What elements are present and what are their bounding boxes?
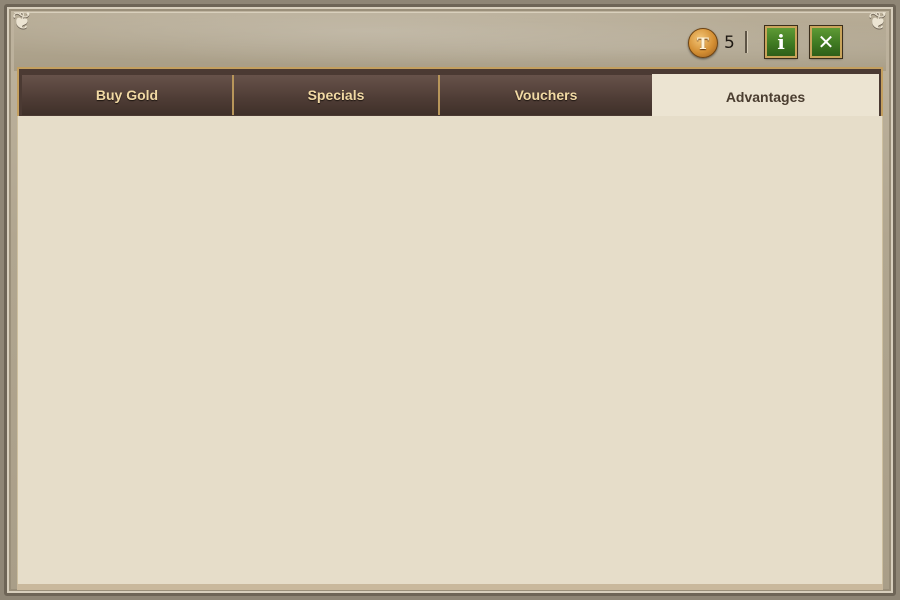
close-button[interactable]: ✕ <box>810 26 842 58</box>
tab-bar: Buy Gold Specials Vouchers Advantages <box>17 67 883 119</box>
tab-advantages[interactable]: Advantages <box>652 74 879 119</box>
tab-label: Specials <box>307 87 365 103</box>
tab-content-panel <box>17 116 883 584</box>
tab-label: Advantages <box>725 88 806 105</box>
corner-ornament-icon: ❦ <box>11 8 33 35</box>
corner-ornament-icon: ❦ <box>867 8 889 35</box>
close-icon: ✕ <box>817 30 835 54</box>
currency-count: 5 <box>724 33 735 53</box>
tab-buy-gold[interactable]: Buy Gold <box>22 75 234 115</box>
window-header <box>14 12 886 71</box>
window-bottom-edge <box>17 584 883 590</box>
currency-display: T 5 <box>688 28 735 58</box>
tab-specials[interactable]: Specials <box>234 75 440 115</box>
coin-icon: T <box>688 28 718 58</box>
header-divider <box>745 31 748 53</box>
info-button[interactable]: i <box>765 26 797 58</box>
tab-label: Buy Gold <box>95 87 159 103</box>
info-icon: i <box>777 30 785 54</box>
tab-label: Vouchers <box>514 87 578 103</box>
tab-vouchers[interactable]: Vouchers <box>440 75 652 115</box>
